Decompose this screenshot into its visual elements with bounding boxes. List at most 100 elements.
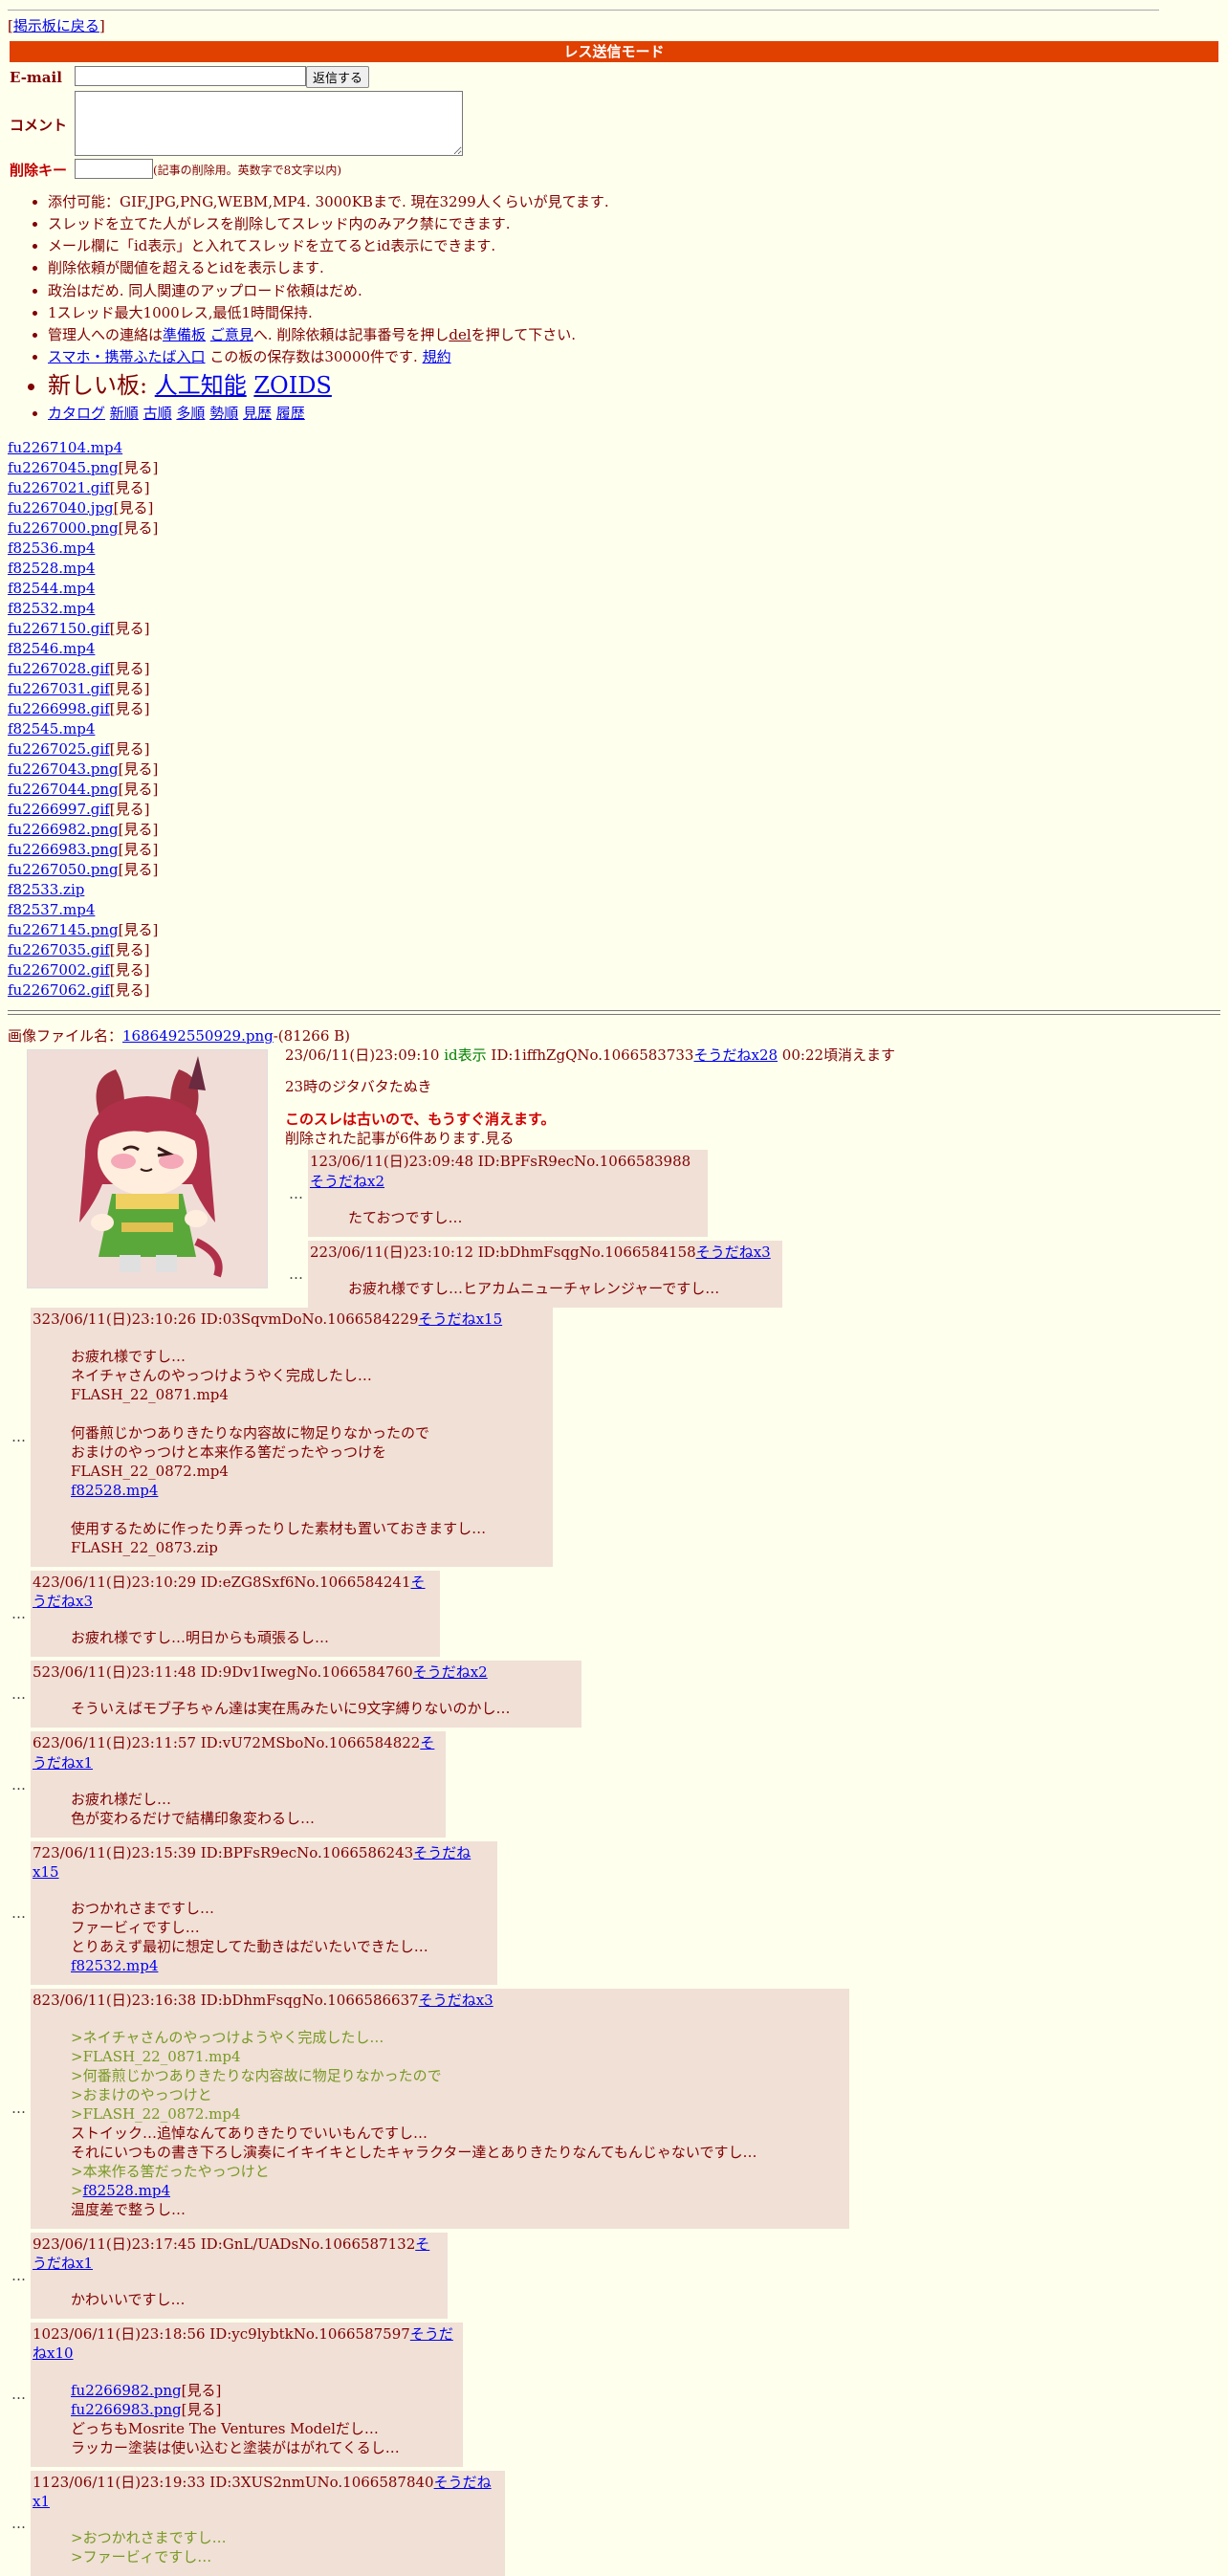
reply-line: ネイチャさんのやっつけようやく完成したし… [71,1366,372,1384]
file-link[interactable]: fu2267104.mp4 [8,439,122,456]
reply-ellipsis: … [11,1604,26,1622]
view-label: [見る] [118,921,159,939]
reply-table: … 923/06/11(日)23:17:45 ID:GnL/UADsNo.1066… [8,2232,448,2320]
file-link[interactable]: fu2267062.gif [8,981,110,999]
reply-line: お疲れ様ですし…明日からも頑張るし… [71,1629,330,1647]
catalog-link[interactable]: カタログ [48,405,105,422]
view-history-link[interactable]: 見歴 [243,405,272,422]
file-link[interactable]: f82544.mp4 [8,580,95,597]
reply-block: 623/06/11(日)23:11:57 ID:vU72MSboNo.10665… [31,1731,446,1838]
file-link[interactable]: f82528.mp4 [8,560,95,577]
sort-new-link[interactable]: 新順 [110,405,139,422]
sort-momentum-link[interactable]: 勢順 [209,405,238,422]
reply-line: >FLASH_22_0872.mp4 [71,2104,241,2123]
file-list-item: fu2267002.gif[見る] [8,960,1220,980]
soudane-button[interactable]: そうだねx3 [419,1992,493,2009]
reply-line: >何番煎じかつありきたりな内容故に物足りなかったので [71,2066,442,2084]
file-link[interactable]: f82546.mp4 [8,640,95,657]
reply-line: >おまけのやっつけと [71,2085,212,2103]
board-zoids-link[interactable]: ZOIDS [253,372,332,399]
email-field[interactable] [75,66,306,87]
file-link[interactable]: fu2267000.png [8,519,119,537]
divider [8,1010,1220,1012]
file-list-item: fu2267021.gif[見る] [8,478,1220,498]
sort-many-link[interactable]: 多順 [176,405,205,422]
file-link[interactable]: f82532.mp4 [8,600,95,617]
reply-header: 923/06/11(日)23:17:45 ID:GnL/UADsNo.10665… [33,2235,430,2272]
sort-old-link[interactable]: 古順 [143,405,172,422]
op-thumbnail-image[interactable] [27,1049,268,1289]
post-form: E-mail 返信する コメント 削除キー (記事の削除用。英数字で8文字以内) [8,66,1220,180]
submit-reply-button[interactable]: 返信する [306,66,370,89]
comment-label: コメント [10,117,68,135]
reply-line: 使用するために作ったり弄ったりした素材も置いておきますし… [71,1519,487,1537]
attached-file-link[interactable]: f82528.mp4 [71,1482,158,1499]
board-ai-link[interactable]: 人工知能 [155,372,247,399]
reply-block: 223/06/11(日)23:10:12 ID:bDhmFsqgNo.10665… [308,1240,782,1309]
view-label: [見る] [118,459,159,477]
file-link[interactable]: fu2267045.png [8,459,119,476]
mobile-entrance-link[interactable]: スマホ・携帯ふたば入口 [48,348,206,365]
file-link[interactable]: fu2267025.gif [8,740,110,758]
file-link[interactable]: fu2267035.gif [8,941,110,958]
file-link[interactable]: f82537.mp4 [8,901,95,918]
op-image-link[interactable]: 1686492550929.png [122,1027,274,1045]
reply-line: FLASH_22_0871.mp4 [71,1385,229,1403]
reply-body: お疲れ様ですし… ネイチャさんのやっつけようやく完成したし… FLASH_22_08… [71,1347,549,1557]
view-label: [見る] [109,620,150,638]
reply-line: >ファービィですし… [71,2548,212,2566]
file-link[interactable]: f82545.mp4 [8,720,95,738]
file-link[interactable]: fu2267028.gif [8,660,110,677]
attached-file-link[interactable]: fu2266983.png [71,2401,182,2418]
quoted-file-link[interactable]: f82528.mp4 [83,2182,170,2199]
view-label: [見る] [109,961,150,980]
reply-block: 1123/06/11(日)23:19:33 ID:3XUS2nmUNo.1066… [31,2470,505,2576]
reply-line: FLASH_22_0872.mp4 [71,1462,229,1480]
reply-line: f82528.mp4 [71,1481,549,1500]
file-link[interactable]: fu2267040.jpg [8,499,114,517]
comment-field[interactable] [75,91,463,157]
file-list-item: fu2267045.png[見る] [8,458,1220,478]
soudane-button[interactable]: そうだねx28 [693,1046,778,1064]
file-link[interactable]: fu2267145.png [8,921,119,938]
post-history-link[interactable]: 履歴 [276,405,305,422]
reply-line: >f82528.mp4 [71,2181,170,2199]
file-link[interactable]: fu2267021.gif [8,479,110,496]
delete-key-field[interactable] [75,159,153,180]
file-link[interactable]: fu2266997.gif [8,801,110,818]
feedback-link[interactable]: ご意見 [210,326,253,343]
file-link[interactable]: fu2267031.gif [8,680,110,697]
view-label: [見る] [118,821,159,839]
reply-body: >ネイチャさんのやっつけようやく完成したし… >FLASH_22_0871.mp4… [71,2028,845,2219]
chibi-character-illustration [79,1056,223,1278]
attached-file-link[interactable]: f82532.mp4 [71,1957,158,1974]
file-list-item: f82537.mp4 [8,900,1220,920]
file-link[interactable]: f82533.zip [8,881,84,898]
soudane-button[interactable]: そうだねx15 [419,1310,503,1328]
file-link[interactable]: fu2267050.png [8,861,119,878]
file-link[interactable]: fu2267044.png [8,781,119,798]
back-to-board-link[interactable]: 掲示板に戻る [13,17,99,34]
file-list-item: f82545.mp4 [8,719,1220,739]
file-link[interactable]: fu2266982.png [8,821,119,838]
terms-link[interactable]: 規約 [423,348,451,365]
file-link[interactable]: f82536.mp4 [8,539,95,557]
reply-ellipsis: … [11,1775,26,1794]
file-list-item: f82533.zip [8,880,1220,900]
prep-board-link[interactable]: 準備板 [163,326,206,343]
attached-file-link[interactable]: fu2266982.png [71,2382,182,2399]
reply-ellipsis: … [11,2266,26,2284]
file-link[interactable]: fu2267150.gif [8,620,110,637]
reply-block: 823/06/11(日)23:16:38 ID:bDhmFsqgNo.10665… [31,1989,849,2229]
reply-line: かわいいですし… [71,2291,186,2309]
file-link[interactable]: fu2266983.png [8,841,119,858]
soudane-button[interactable]: そうだねx2 [413,1663,488,1681]
file-link[interactable]: fu2267002.gif [8,961,110,979]
soudane-button[interactable]: そうだねx3 [696,1244,771,1261]
soudane-button[interactable]: そうだねx2 [310,1173,384,1190]
file-link[interactable]: fu2266998.gif [8,700,110,717]
contact-item: 管理人への連絡は準備板 ご意見へ. 削除依頼は記事番号を押しdelを押して下さい… [48,325,1220,344]
reply-table: … 723/06/11(日)23:15:39 ID:BPFsR9ecNo.1066… [8,1840,497,1986]
reply-table: … 323/06/11(日)23:10:26 ID:03SqvmDoNo.1066… [8,1308,553,1567]
file-link[interactable]: fu2267043.png [8,760,119,778]
